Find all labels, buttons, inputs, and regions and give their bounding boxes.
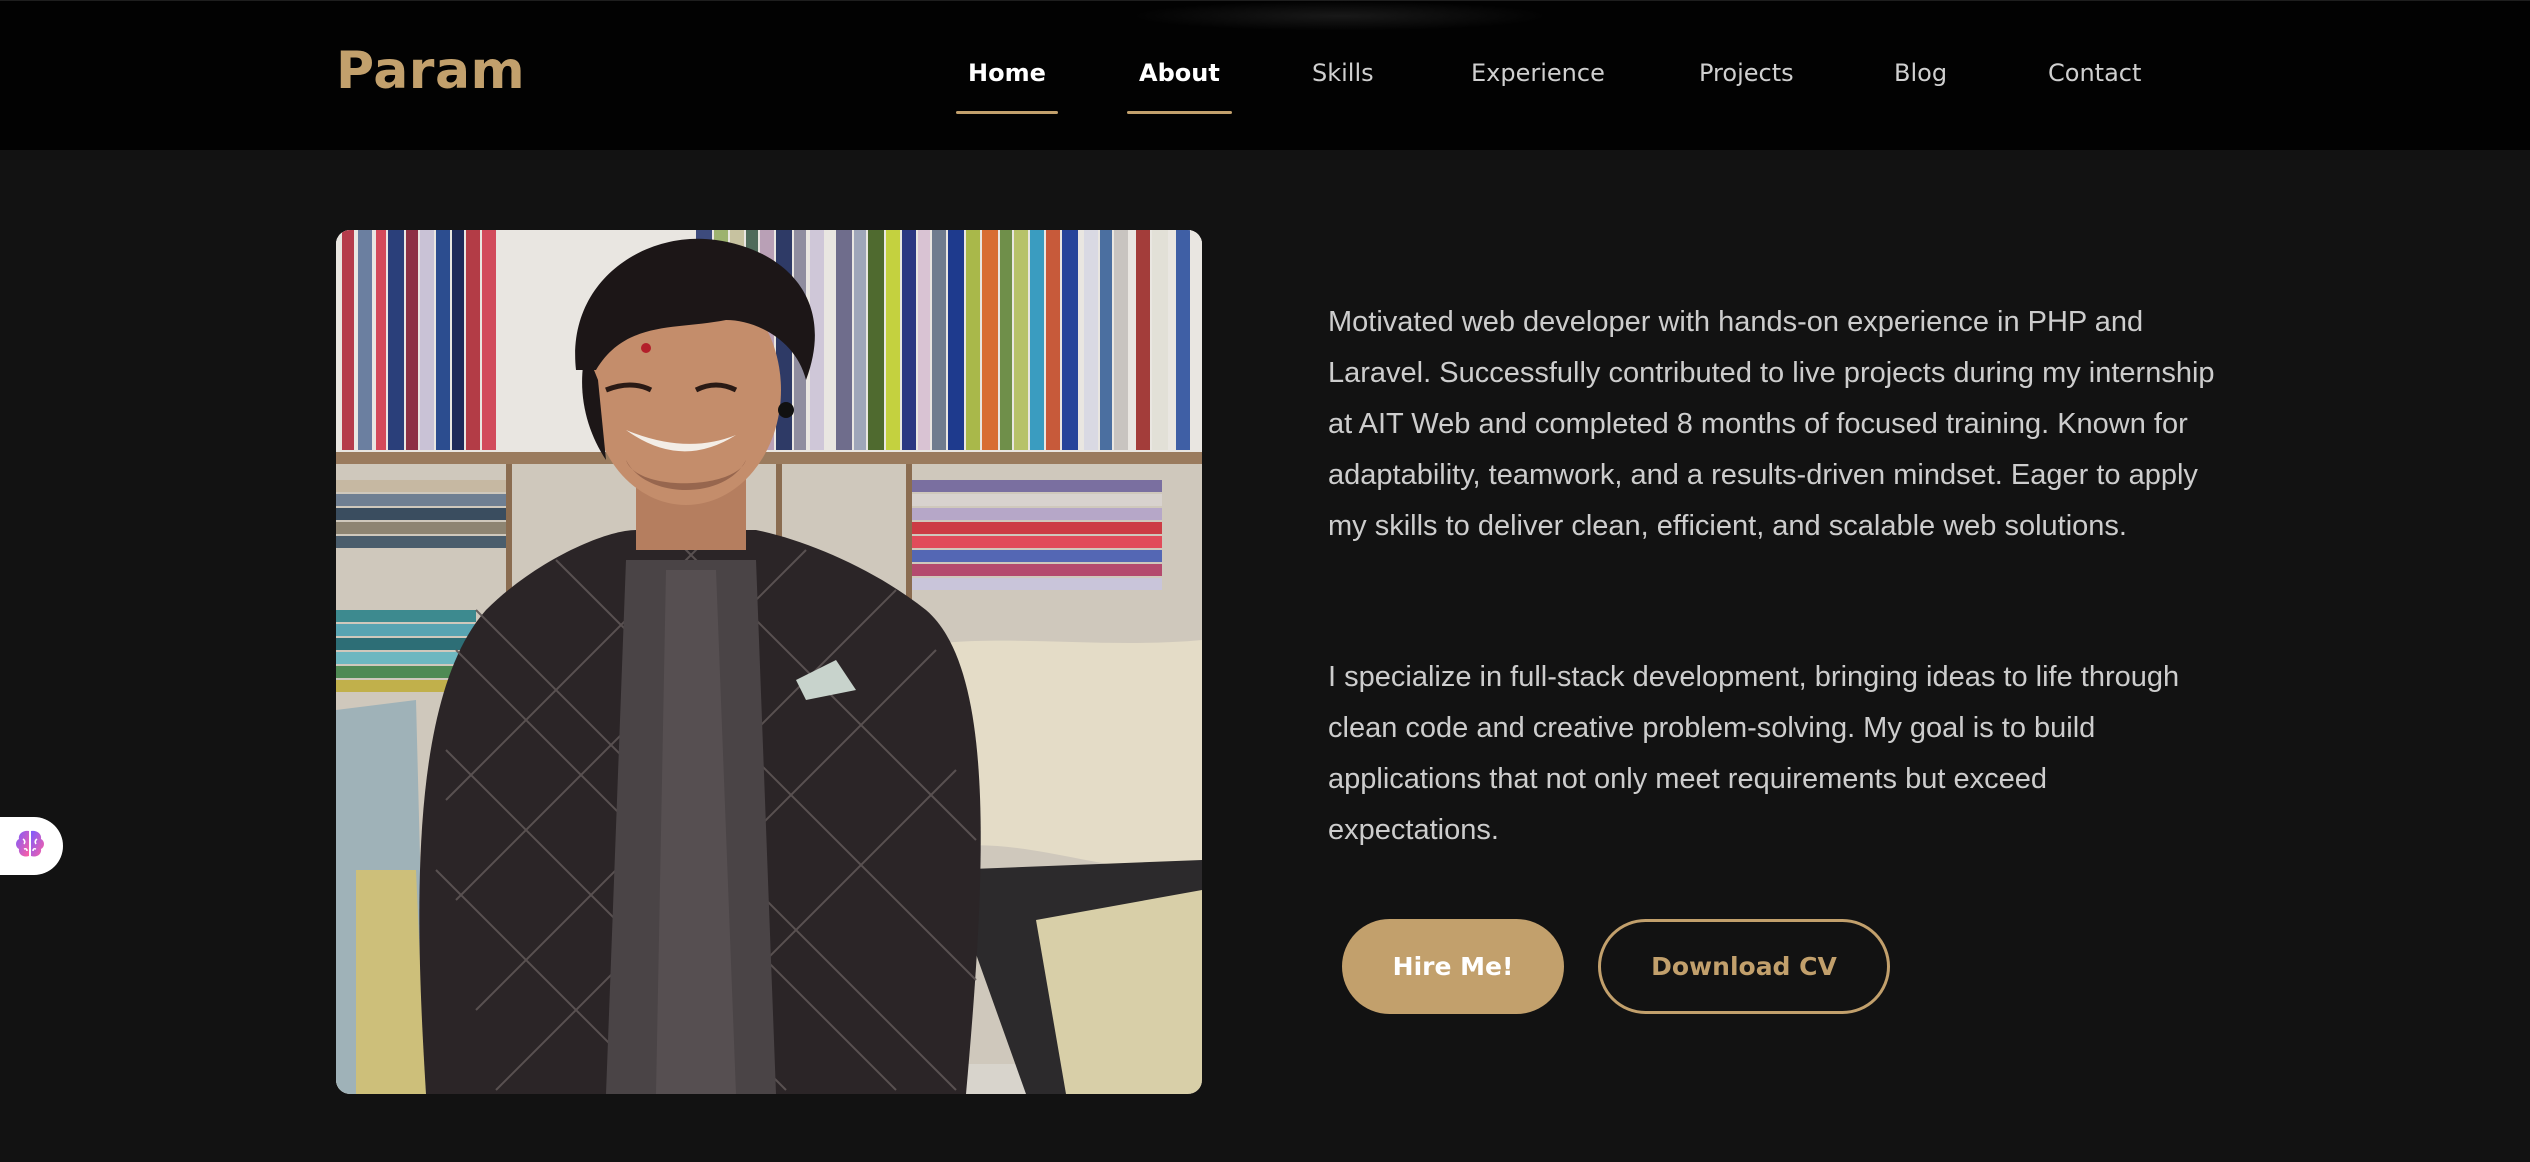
site-logo[interactable]: Param — [336, 41, 525, 101]
download-cv-button[interactable]: Download CV — [1598, 919, 1890, 1014]
nav-skills[interactable]: Skills — [1312, 59, 1374, 99]
about-paragraph-1: Motivated web developer with hands-on ex… — [1328, 306, 2215, 542]
assistant-widget[interactable] — [0, 817, 63, 875]
profile-photo — [336, 230, 1202, 1094]
brain-icon — [13, 827, 47, 865]
nav-home-underline — [956, 111, 1058, 114]
about-paragraph-2: I specialize in full-stack development, … — [1328, 661, 2180, 846]
nav-about-label: About — [1139, 59, 1220, 87]
nav-about-underline — [1127, 111, 1232, 114]
nav-about[interactable]: About — [1127, 59, 1232, 114]
nav-blog-label: Blog — [1894, 59, 1948, 87]
page: Param Home About Skills Experience Proje… — [0, 0, 2530, 1162]
hire-me-button[interactable]: Hire Me! — [1342, 919, 1564, 1014]
nav-contact-label: Contact — [2048, 59, 2142, 87]
nav-skills-label: Skills — [1312, 59, 1374, 87]
nav-experience-label: Experience — [1471, 59, 1605, 87]
nav-contact[interactable]: Contact — [2048, 59, 2141, 99]
nav-projects-label: Projects — [1699, 59, 1794, 87]
nav-experience[interactable]: Experience — [1471, 59, 1605, 99]
header-glow — [1130, 1, 1550, 31]
nav-home-label: Home — [968, 59, 1046, 87]
nav-blog[interactable]: Blog — [1894, 59, 1947, 99]
site-header: Param Home About Skills Experience Proje… — [0, 0, 2530, 150]
nav-home[interactable]: Home — [956, 59, 1058, 114]
nav-projects[interactable]: Projects — [1699, 59, 1794, 99]
